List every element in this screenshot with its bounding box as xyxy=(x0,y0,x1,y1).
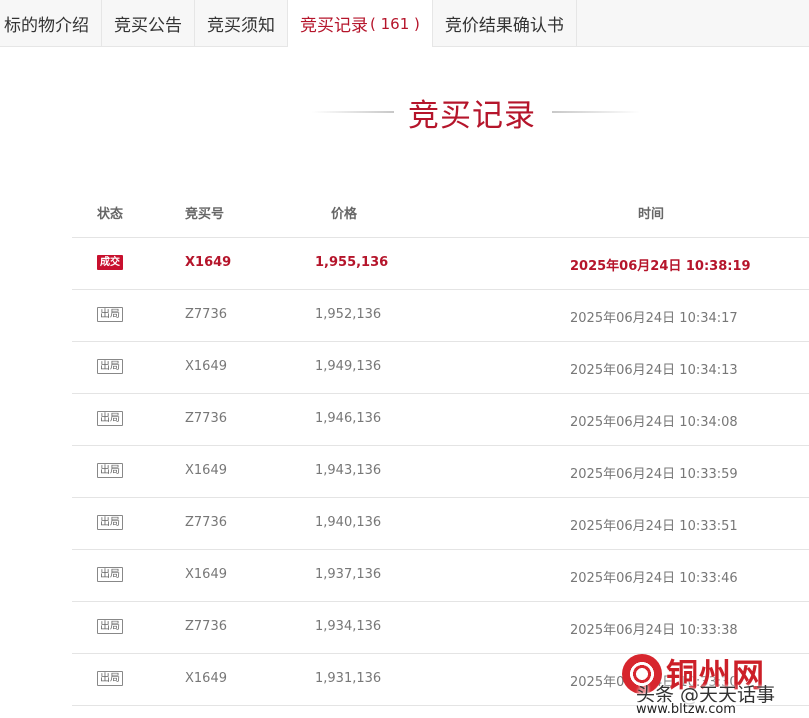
bid-time: 2025年06月24日 10:38:19 xyxy=(570,259,751,274)
bidder-number: X1649 xyxy=(185,671,227,686)
heading-divider-left xyxy=(312,111,394,113)
bid-price: 1,940,136 xyxy=(315,515,382,530)
watermark-url: www.bltzw.com xyxy=(636,702,736,717)
status-badge: 出局 xyxy=(97,515,123,530)
bid-price: 1,946,136 xyxy=(315,411,382,426)
heading-divider-right xyxy=(552,111,640,113)
watermark-logo: 铜州网 头条 @天天话事 www.bltzw.com xyxy=(622,654,809,718)
section-heading: 竞买记录 xyxy=(0,90,809,134)
tab-bid-records[interactable]: 竞买记录 ( 161 ) xyxy=(288,0,433,47)
header-status: 状态 xyxy=(97,207,124,222)
bid-records-table: 状态 竞买号 价格 时间 成交 X1649 1,955,136 2025年06月… xyxy=(72,186,809,706)
bidder-number: X1649 xyxy=(185,463,227,478)
bid-price: 1,931,136 xyxy=(315,671,382,686)
table-row: 出局 X1649 1,943,136 2025年06月24日 10:33:59 xyxy=(72,446,809,498)
tab-auction-notice[interactable]: 竞买须知 xyxy=(195,0,288,46)
bid-time: 2025年06月24日 10:33:59 xyxy=(570,467,738,482)
bid-price: 1,955,136 xyxy=(315,255,389,270)
tab-label: 竞买须知 xyxy=(207,15,275,36)
bidder-number: Z7736 xyxy=(185,619,227,634)
bid-time: 2025年06月24日 10:34:17 xyxy=(570,311,738,326)
bid-time: 2025年06月24日 10:33:38 xyxy=(570,623,738,638)
tab-count: ( 161 ) xyxy=(370,14,420,33)
tab-result-confirmation[interactable]: 竞价结果确认书 xyxy=(433,0,577,46)
section-title-text: 竞买记录 xyxy=(408,98,536,134)
bid-price: 1,934,136 xyxy=(315,619,382,634)
table-row: 出局 Z7736 1,940,136 2025年06月24日 10:33:51 xyxy=(72,498,809,550)
bid-price: 1,943,136 xyxy=(315,463,382,478)
status-badge: 出局 xyxy=(97,359,123,374)
bid-time: 2025年06月24日 10:33:46 xyxy=(570,571,738,586)
status-badge: 成交 xyxy=(97,255,123,270)
bid-price: 1,937,136 xyxy=(315,567,382,582)
bidder-number: X1649 xyxy=(185,567,227,582)
status-badge: 出局 xyxy=(97,463,123,478)
table-row: 出局 Z7736 1,946,136 2025年06月24日 10:34:08 xyxy=(72,394,809,446)
header-bidder-number: 竞买号 xyxy=(185,207,225,222)
table-row: 出局 X1649 1,937,136 2025年06月24日 10:33:46 xyxy=(72,550,809,602)
tab-label: 标的物介绍 xyxy=(4,15,89,36)
table-row: 成交 X1649 1,955,136 2025年06月24日 10:38:19 xyxy=(72,238,809,290)
status-badge: 出局 xyxy=(97,567,123,582)
tab-label: 竞买记录 xyxy=(300,16,368,36)
bidder-number: X1649 xyxy=(185,255,232,270)
bid-time: 2025年06月24日 10:34:13 xyxy=(570,363,738,378)
status-badge: 出局 xyxy=(97,411,123,426)
tab-label: 竞价结果确认书 xyxy=(444,15,564,36)
tab-item-intro[interactable]: 标的物介绍 xyxy=(0,0,102,46)
tab-auction-announcement[interactable]: 竞买公告 xyxy=(102,0,195,46)
bidder-number: X1649 xyxy=(185,359,227,374)
status-badge: 出局 xyxy=(97,671,123,686)
header-price: 价格 xyxy=(331,207,358,222)
tab-label: 竞买公告 xyxy=(114,15,182,36)
bidder-number: Z7736 xyxy=(185,411,227,426)
status-badge: 出局 xyxy=(97,619,123,634)
status-badge: 出局 xyxy=(97,307,123,322)
tab-bar: 标的物介绍 竞买公告 竞买须知 竞买记录 ( 161 ) 竞价结果确认书 xyxy=(0,0,809,47)
table-row: 出局 X1649 1,949,136 2025年06月24日 10:34:13 xyxy=(72,342,809,394)
table-header: 状态 竞买号 价格 时间 xyxy=(72,186,809,238)
bidder-number: Z7736 xyxy=(185,515,227,530)
bid-time: 2025年06月24日 10:33:51 xyxy=(570,519,738,534)
bid-price: 1,952,136 xyxy=(315,307,382,322)
bid-time: 2025年06月24日 10:34:08 xyxy=(570,415,738,430)
bidder-number: Z7736 xyxy=(185,307,227,322)
header-time: 时间 xyxy=(638,207,665,222)
table-row: 出局 Z7736 1,934,136 2025年06月24日 10:33:38 xyxy=(72,602,809,654)
bid-price: 1,949,136 xyxy=(315,359,382,374)
table-row: 出局 Z7736 1,952,136 2025年06月24日 10:34:17 xyxy=(72,290,809,342)
